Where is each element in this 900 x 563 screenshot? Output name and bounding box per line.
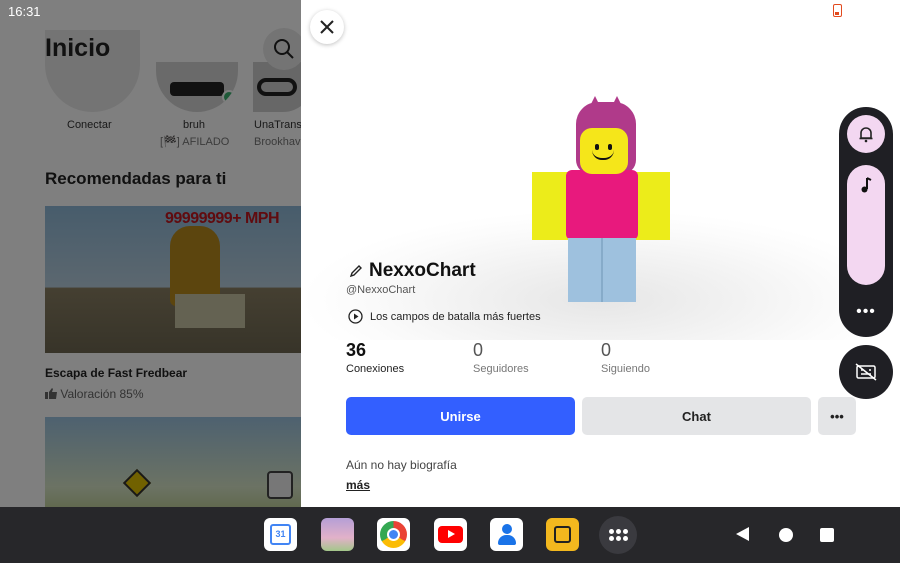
back-nav-icon[interactable] <box>736 527 749 541</box>
stat-connections[interactable]: 36 Conexiones <box>346 340 404 375</box>
battery-icon <box>833 4 842 17</box>
stat-label: Siguiendo <box>601 363 650 375</box>
keyboard-off-icon <box>855 363 877 381</box>
profile-panel: NexxoChart @NexxoChart Los campos de bat… <box>301 0 900 507</box>
stat-followers[interactable]: 0 Seguidores <box>473 340 529 375</box>
game-icon[interactable] <box>546 518 579 551</box>
home-nav-icon[interactable] <box>779 528 793 542</box>
bio-text: Aún no hay biografía <box>346 458 457 472</box>
stat-value: 0 <box>473 340 484 360</box>
stat-following[interactable]: 0 Siguiendo <box>601 340 650 375</box>
keyboard-toggle-button[interactable] <box>839 345 893 399</box>
photos-icon[interactable] <box>321 518 354 551</box>
dim-overlay[interactable] <box>0 0 301 507</box>
notifications-button[interactable] <box>847 115 885 153</box>
play-icon <box>348 309 363 324</box>
youtube-icon[interactable] <box>434 518 467 551</box>
status-time: 16:31 <box>8 4 41 19</box>
current-game-link[interactable]: Los campos de batalla más fuertes <box>348 309 541 324</box>
stat-value: 36 <box>346 340 367 360</box>
current-game-name: Los campos de batalla más fuertes <box>370 310 541 323</box>
close-button[interactable] <box>310 10 344 44</box>
bell-icon <box>859 127 873 143</box>
taskbar: 31 <box>0 507 900 563</box>
recents-nav-icon[interactable] <box>820 528 834 542</box>
calendar-icon[interactable]: 31 <box>264 518 297 551</box>
floating-side-dock: ••• <box>839 107 893 337</box>
dock-more-button[interactable]: ••• <box>839 303 893 321</box>
chat-button[interactable]: Chat <box>582 397 811 435</box>
display-name-row[interactable]: NexxoChart <box>349 260 476 282</box>
username: @NexxoChart <box>346 284 416 296</box>
app-drawer-icon[interactable] <box>599 516 637 554</box>
join-button[interactable]: Unirse <box>346 397 575 435</box>
more-link[interactable]: más <box>346 478 370 492</box>
chrome-icon[interactable] <box>377 518 410 551</box>
stat-label: Seguidores <box>473 363 529 375</box>
pencil-icon[interactable] <box>349 264 363 278</box>
avatar-3d[interactable] <box>532 96 672 304</box>
more-options-button[interactable]: ••• <box>818 397 856 435</box>
close-icon <box>320 20 334 34</box>
stat-value: 0 <box>601 340 612 360</box>
contacts-icon[interactable] <box>490 518 523 551</box>
display-name: NexxoChart <box>369 260 476 281</box>
stat-label: Conexiones <box>346 363 405 375</box>
music-button[interactable] <box>847 165 885 285</box>
music-note-icon <box>861 177 872 193</box>
background-app: Inicio Conectar bruh [🏁] AFILADO UnaTran… <box>0 0 301 507</box>
